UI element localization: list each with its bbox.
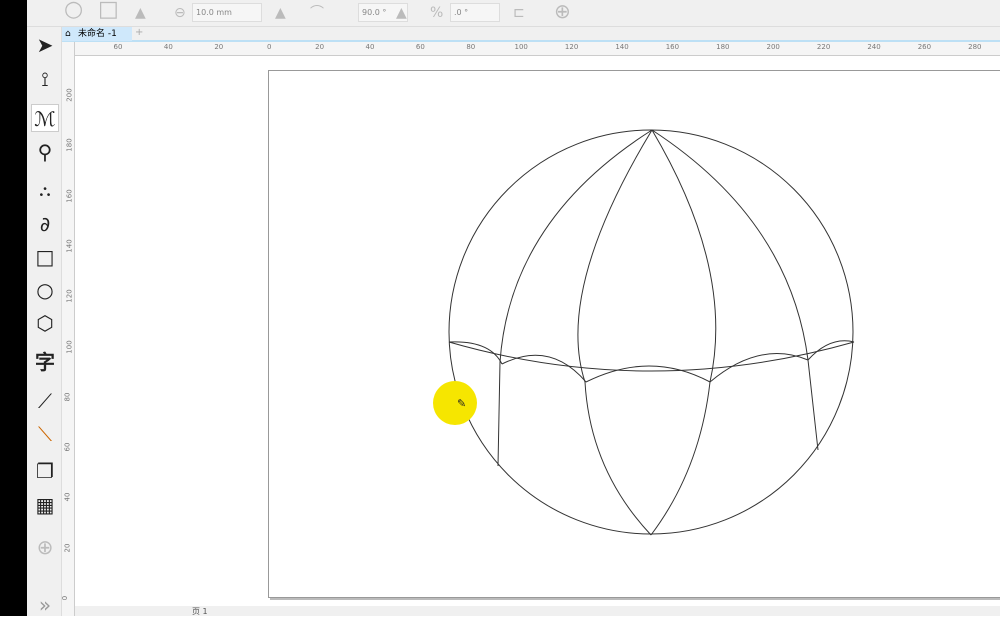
ruler-label: 160 — [65, 188, 74, 203]
ruler-label: 40 — [63, 492, 72, 502]
nib-angle-icon[interactable]: ▲ — [275, 3, 286, 23]
rotation-field[interactable]: .0 ° — [450, 3, 500, 22]
ruler-label: 180 — [65, 138, 74, 152]
freehand-tool-icon[interactable]: ∂ — [31, 210, 59, 238]
text-tool-icon[interactable]: 字 — [31, 348, 59, 376]
ruler-label: 40 — [163, 43, 173, 51]
connector-tool-icon[interactable]: ⟍ — [31, 420, 59, 448]
property-bar: ○ □ ▲ ⊖ 10.0 mm ▲ ⌒ 90.0 ° ▲ % .0 ° ⊏ ⊕ — [0, 0, 1000, 27]
ruler-label: 80 — [466, 43, 476, 51]
smart-fill-tool-icon[interactable]: ⛬ — [31, 177, 59, 205]
ruler-label: 60 — [415, 43, 425, 51]
page-tab[interactable]: 页 1 — [192, 606, 208, 617]
ruler-label: 160 — [665, 43, 680, 51]
ruler-label: 140 — [615, 43, 629, 51]
outline-width-field[interactable]: 10.0 mm — [192, 3, 262, 22]
expand-icon[interactable]: » — [31, 591, 59, 619]
document-tabs: ⌂ 未命名 -1 + — [62, 27, 1000, 42]
ellipse-tool-icon[interactable]: ○ — [31, 276, 59, 304]
drawing-page[interactable] — [268, 70, 1000, 598]
dimension-tool-icon[interactable]: ⟋ — [31, 387, 59, 415]
artistic-media-tool-icon[interactable]: ℳ — [31, 104, 59, 132]
add-tool-icon[interactable]: ⊕ — [31, 533, 59, 561]
new-tab-icon[interactable]: + — [135, 27, 143, 38]
ruler-label: 200 — [65, 88, 74, 102]
transparency-tool-icon[interactable]: ▦ — [31, 491, 59, 519]
document-tab-title: 未命名 -1 — [78, 29, 117, 39]
rotation-icon: % — [430, 5, 444, 21]
ruler-label: 100 — [514, 43, 528, 51]
document-tab[interactable]: ⌂ 未命名 -1 — [62, 27, 132, 41]
screen-edge — [0, 0, 27, 616]
home-icon: ⌂ — [65, 29, 71, 39]
add-icon[interactable]: ⊕ — [554, 1, 571, 21]
zoom-tool-icon[interactable]: ⚲ — [31, 138, 59, 166]
shape-tool-icon[interactable]: ⟟ — [31, 65, 59, 93]
vertical-ruler[interactable]: 200 180 160 140 120 100 80 60 40 20 0 — [61, 42, 75, 616]
ruler-label: 280 — [968, 43, 982, 51]
ruler-label: 100 — [65, 339, 74, 354]
square-shape-icon[interactable]: □ — [98, 0, 119, 21]
ruler-label: 80 — [63, 392, 72, 402]
pick-tool-icon[interactable]: ➤ — [31, 31, 59, 59]
ruler-label: 120 — [564, 43, 579, 51]
page-navigator: 页 1 — [75, 606, 1000, 616]
ruler-label: 120 — [65, 289, 74, 303]
rectangle-tool-icon[interactable]: □ — [31, 243, 59, 271]
ruler-label: 180 — [716, 43, 730, 51]
angle-icon: ⌒ — [310, 5, 324, 21]
minus-circle-icon: ⊖ — [174, 5, 186, 21]
pen-nib-icon[interactable]: ▲ — [135, 3, 146, 23]
ruler-label: 20 — [63, 543, 72, 553]
ruler-label: 40 — [365, 43, 375, 51]
drop-shadow-tool-icon[interactable]: ❐ — [31, 457, 59, 485]
nib-rotate-icon[interactable]: ▲ — [396, 3, 407, 23]
ruler-label: 220 — [816, 43, 831, 51]
ruler-label: 60 — [63, 442, 72, 452]
ruler-label: 240 — [867, 43, 881, 51]
ruler-label: 200 — [766, 43, 780, 51]
ruler-label: 60 — [113, 43, 123, 51]
ruler-label: 0 — [61, 595, 70, 601]
connector-icon[interactable]: ⊏ — [513, 3, 525, 23]
ruler-label: 20 — [315, 43, 325, 51]
ruler-label: 260 — [917, 43, 932, 51]
horizontal-ruler[interactable]: 60 40 20 0 20 40 60 80 100 120 140 160 180 200 220 240 2… — [75, 42, 1000, 56]
toolbox: ➤ ⟟ ℳ ⚲ ⛬ ∂ □ ○ ⬡ 字 ⟋ ⟍ ❐ ▦ ⊕ » — [27, 27, 62, 619]
polygon-tool-icon[interactable]: ⬡ — [31, 309, 59, 337]
ruler-label: 20 — [214, 43, 224, 51]
ruler-label: 0 — [266, 43, 272, 51]
ruler-label: 140 — [65, 239, 74, 253]
circle-shape-icon[interactable]: ○ — [64, 0, 83, 21]
